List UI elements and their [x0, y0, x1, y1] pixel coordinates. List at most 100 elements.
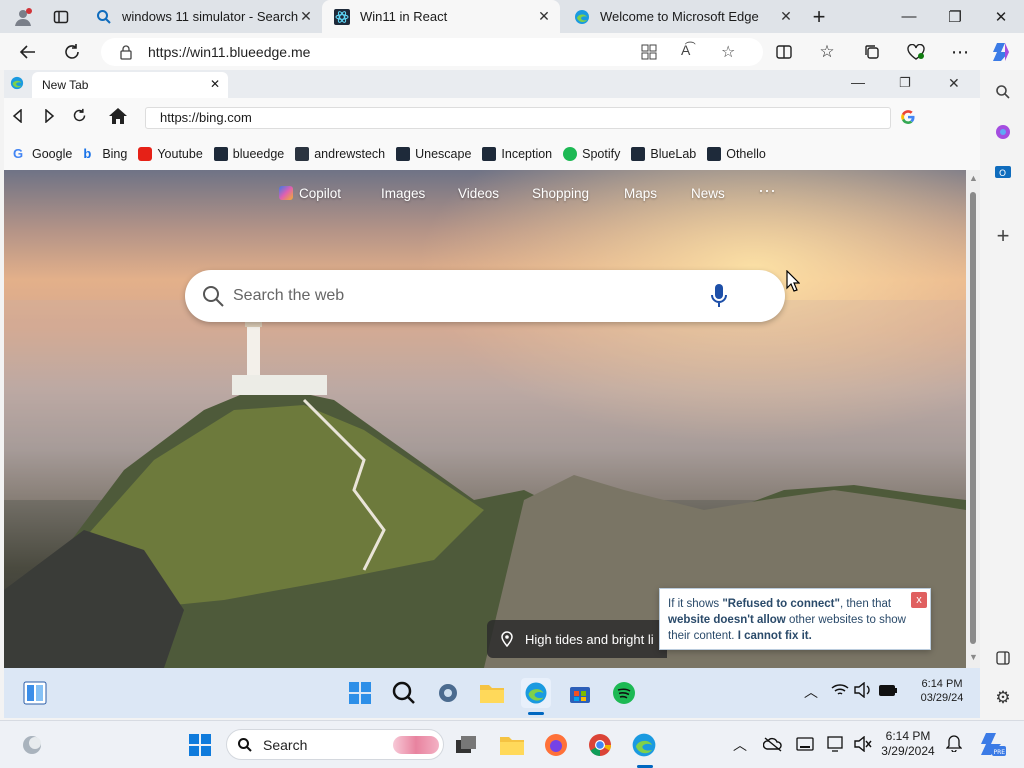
microphone-icon[interactable]: [709, 283, 729, 312]
bookmark-youtube[interactable]: Youtube: [138, 147, 203, 161]
home-icon[interactable]: [108, 107, 128, 128]
taskbar-search-box[interactable]: Search: [226, 729, 444, 760]
bookmark-google[interactable]: G Google: [13, 147, 72, 162]
file-explorer-icon[interactable]: [477, 678, 507, 708]
bookmark-bluelab[interactable]: BlueLab: [631, 147, 696, 161]
spotify-icon[interactable]: [609, 678, 639, 708]
bookmark-andrewstech[interactable]: andrewstech: [295, 147, 385, 161]
notification-bell-icon[interactable]: [945, 734, 963, 755]
inner-address-bar[interactable]: https://bing.com: [145, 107, 891, 129]
onedrive-icon[interactable]: [762, 736, 783, 755]
bookmark-unescape[interactable]: Unescape: [396, 147, 471, 161]
close-tab-icon[interactable]: ✕: [536, 8, 552, 24]
refresh-icon[interactable]: [72, 108, 87, 126]
inner-restore-button[interactable]: ❐: [899, 75, 911, 91]
tab-actions-icon[interactable]: [46, 4, 76, 30]
search-icon[interactable]: [982, 76, 1024, 108]
start-button[interactable]: [186, 731, 214, 759]
display-icon[interactable]: [827, 736, 845, 755]
bing-nav-shopping[interactable]: Shopping: [532, 186, 589, 201]
favorites-icon[interactable]: ☆: [813, 38, 841, 66]
back-icon[interactable]: [12, 108, 24, 126]
location-pin-icon: [501, 631, 513, 650]
scroll-down-icon[interactable]: ▼: [969, 652, 978, 662]
google-icon[interactable]: [900, 109, 916, 128]
battery-icon[interactable]: [878, 682, 898, 701]
tab-win11-react[interactable]: Win11 in React ✕: [322, 0, 560, 33]
bing-nav-images[interactable]: Images: [381, 186, 425, 201]
bing-search-box[interactable]: Search the web: [185, 270, 785, 322]
store-icon[interactable]: [565, 678, 595, 708]
bing-nav-maps[interactable]: Maps: [624, 186, 657, 201]
office-icon[interactable]: [982, 116, 1024, 148]
file-explorer-icon[interactable]: [498, 731, 526, 759]
image-caption[interactable]: High tides and bright li: [487, 620, 667, 658]
settings-icon[interactable]: [433, 678, 463, 708]
inner-tab-new-tab[interactable]: New Tab ✕: [32, 72, 228, 98]
split-screen-icon[interactable]: [770, 38, 798, 66]
bookmark-blueedge[interactable]: blueedge: [213, 147, 284, 161]
address-text: https://bing.com: [160, 110, 252, 125]
more-options-icon[interactable]: ⋯: [946, 38, 974, 66]
address-bar[interactable]: https://win11.blueedge.me A͡ ☆: [101, 38, 763, 66]
chevron-up-icon[interactable]: ︿: [733, 735, 747, 755]
inner-minimize-button[interactable]: —: [851, 74, 865, 90]
back-button[interactable]: [13, 37, 43, 67]
close-note-button[interactable]: x: [911, 592, 927, 608]
minimize-button[interactable]: —: [886, 0, 932, 33]
wifi-icon[interactable]: [831, 683, 849, 700]
browser-essentials-icon[interactable]: [902, 38, 930, 66]
new-tab-button[interactable]: +: [806, 4, 832, 30]
apps-icon[interactable]: [641, 44, 657, 63]
volume-icon[interactable]: [854, 681, 872, 701]
chrome-icon[interactable]: [586, 731, 614, 759]
bing-nav-videos[interactable]: Videos: [458, 186, 499, 201]
inner-close-button[interactable]: ✕: [948, 75, 960, 92]
copilot-preview-icon[interactable]: PRE: [978, 730, 1006, 758]
keyboard-icon[interactable]: [796, 737, 814, 754]
tab-search[interactable]: windows 11 simulator - Search ✕: [84, 0, 322, 33]
outlook-icon[interactable]: O: [982, 156, 1024, 188]
read-aloud-icon[interactable]: A͡: [681, 42, 690, 58]
bing-nav-copilot[interactable]: Copilot: [279, 186, 341, 201]
settings-gear-icon[interactable]: ⚙: [982, 682, 1024, 714]
volume-mute-icon[interactable]: [854, 735, 872, 755]
bookmark-inception[interactable]: Inception: [482, 147, 552, 161]
bookmark-spotify[interactable]: Spotify: [563, 147, 620, 161]
scrollbar-thumb[interactable]: [970, 192, 976, 644]
close-tab-icon[interactable]: ✕: [210, 77, 220, 91]
system-clock[interactable]: 6:14 PM 3/29/2024: [878, 729, 938, 759]
start-icon[interactable]: [345, 678, 375, 708]
restore-button[interactable]: ❐: [932, 0, 978, 33]
collections-icon[interactable]: [858, 38, 886, 66]
close-tab-icon[interactable]: ✕: [298, 8, 314, 24]
bing-homepage: Copilot Images Videos Shopping Maps News…: [4, 170, 966, 668]
andrewstech-icon: [295, 147, 310, 161]
copilot-icon[interactable]: [988, 38, 1016, 66]
firefox-icon[interactable]: [542, 731, 570, 759]
profile-icon[interactable]: [8, 4, 38, 30]
refresh-button[interactable]: [57, 37, 87, 67]
edge-icon[interactable]: [521, 678, 551, 708]
forward-icon[interactable]: [43, 108, 55, 126]
hide-sidebar-icon[interactable]: [982, 642, 1024, 674]
tab-welcome-edge[interactable]: Welcome to Microsoft Edge ✕: [562, 0, 802, 33]
task-view-icon[interactable]: [452, 731, 480, 759]
edge-icon[interactable]: [630, 731, 658, 759]
inner-clock[interactable]: 6:14 PM 03/29/24: [912, 677, 972, 705]
page-scrollbar[interactable]: ▲ ▼: [966, 170, 980, 668]
close-tab-icon[interactable]: ✕: [778, 8, 794, 24]
search-icon[interactable]: [389, 678, 419, 708]
bing-nav-news[interactable]: News: [691, 186, 725, 201]
close-window-button[interactable]: ✕: [978, 0, 1024, 33]
add-sidebar-button[interactable]: +: [982, 220, 1024, 252]
bookmark-othello[interactable]: Othello: [707, 147, 766, 161]
weather-widget-icon[interactable]: [18, 731, 46, 759]
chevron-up-icon[interactable]: ︿: [804, 682, 818, 702]
tab-title: windows 11 simulator - Search: [122, 9, 299, 24]
scroll-up-icon[interactable]: ▲: [969, 173, 978, 183]
widgets-icon[interactable]: [20, 678, 50, 708]
favorite-star-icon[interactable]: ☆: [721, 42, 735, 62]
bing-nav-more[interactable]: ···: [758, 180, 776, 201]
bookmark-bing[interactable]: b Bing: [83, 147, 127, 162]
